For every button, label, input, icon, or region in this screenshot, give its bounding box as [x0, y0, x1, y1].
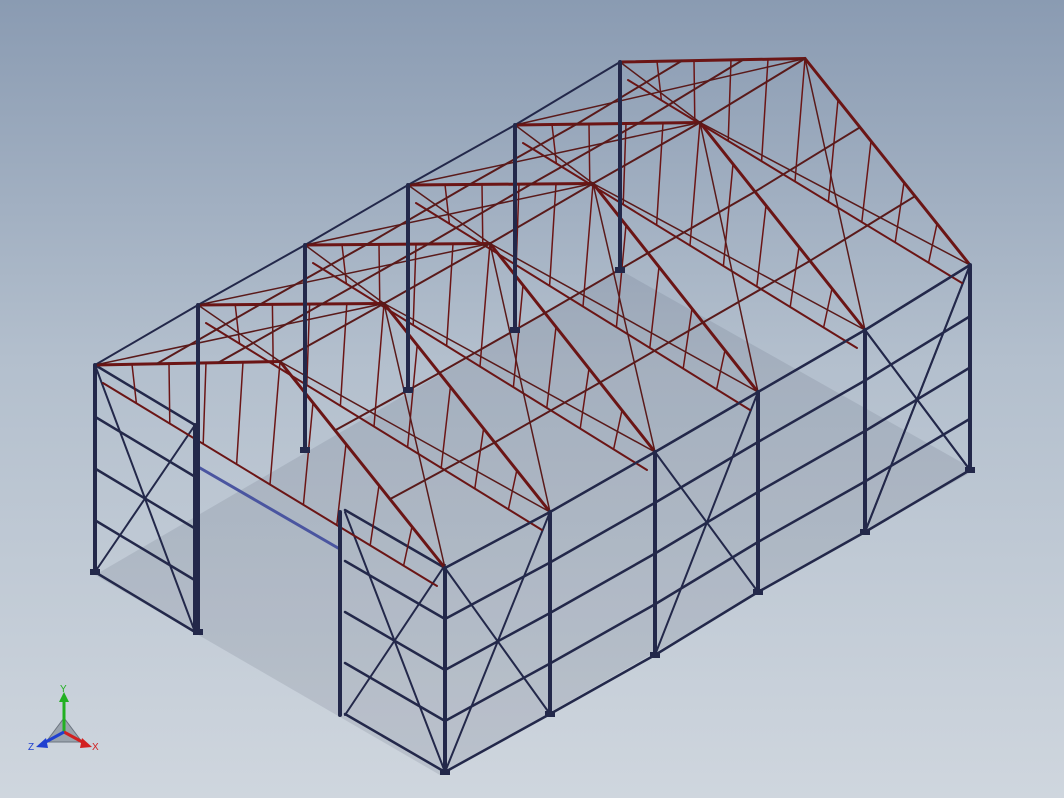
truss-top-chord — [303, 242, 492, 247]
truss-web — [789, 246, 800, 308]
base-plate — [193, 629, 203, 635]
truss-web — [378, 243, 381, 306]
gable-girt — [93, 363, 197, 427]
purlin — [864, 264, 971, 331]
purlin — [530, 122, 640, 185]
base-plate — [965, 467, 975, 473]
base-plate — [753, 589, 763, 595]
roof-brace — [514, 124, 594, 185]
purlin — [155, 303, 261, 365]
steel-frame-model[interactable] — [0, 0, 1064, 798]
purlin — [94, 304, 199, 366]
truss-web — [444, 183, 451, 225]
truss-web — [481, 183, 484, 246]
base-plate — [90, 569, 100, 575]
truss-top-chord — [196, 302, 386, 307]
base-plate — [300, 447, 310, 453]
truss-web — [655, 122, 664, 226]
truss-web — [760, 58, 769, 162]
truss-web — [341, 243, 348, 285]
x-axis-label: X — [92, 742, 99, 753]
base-plate — [510, 327, 520, 333]
purlin — [259, 243, 368, 306]
graphics-viewport[interactable]: Y X Z — [0, 0, 1064, 798]
purlin — [514, 61, 621, 126]
truss-web — [445, 243, 454, 347]
truss-web — [548, 183, 557, 287]
purlin — [592, 121, 701, 185]
z-axis-label: Z — [28, 742, 34, 753]
base-plate — [615, 267, 625, 273]
purlin — [575, 59, 683, 126]
wall-girt — [863, 315, 972, 382]
base-plate — [545, 711, 555, 717]
base-plate — [403, 387, 413, 393]
y-axis-label: Y — [60, 684, 67, 695]
view-orientation-triad[interactable]: Y X Z — [22, 680, 112, 760]
purlin — [304, 184, 409, 246]
roof-brace — [304, 244, 385, 305]
roof-brace — [804, 57, 866, 331]
purlin — [321, 243, 430, 305]
truss-top-chord — [513, 121, 702, 127]
truss-web — [168, 362, 171, 425]
x-axis-arrow-icon — [80, 738, 92, 748]
base-plate — [440, 769, 450, 775]
truss-web — [727, 59, 732, 142]
purlin — [197, 244, 306, 306]
purlin — [365, 183, 471, 246]
truss-top-chord — [618, 57, 807, 64]
truss-web — [234, 303, 241, 345]
truss-web — [131, 363, 138, 405]
purlin — [407, 124, 516, 186]
truss-top-chord — [93, 360, 282, 367]
truss-web — [551, 123, 558, 165]
purlin — [279, 302, 385, 363]
ground-shadow — [95, 270, 975, 775]
wall-girt — [863, 366, 972, 433]
purlin — [383, 242, 491, 305]
base-plate — [650, 652, 660, 658]
truss-top-chord — [803, 57, 972, 267]
truss-web — [588, 123, 591, 185]
purlin — [468, 123, 578, 186]
purlin — [637, 58, 745, 125]
truss-top-chord — [406, 182, 595, 187]
base-plate — [860, 529, 870, 535]
gable-girt — [93, 467, 197, 530]
truss-top-chord — [698, 121, 867, 332]
ground-shadow-shape — [95, 270, 975, 775]
truss-web — [235, 361, 244, 465]
truss-web — [271, 303, 274, 366]
truss-web — [339, 303, 348, 407]
purlin — [699, 57, 806, 124]
truss-web — [269, 360, 281, 486]
z-axis-arrow-icon — [36, 738, 48, 748]
truss-web — [202, 362, 207, 445]
truss-web — [894, 181, 905, 244]
purlin — [489, 182, 594, 245]
truss-web — [656, 60, 663, 102]
